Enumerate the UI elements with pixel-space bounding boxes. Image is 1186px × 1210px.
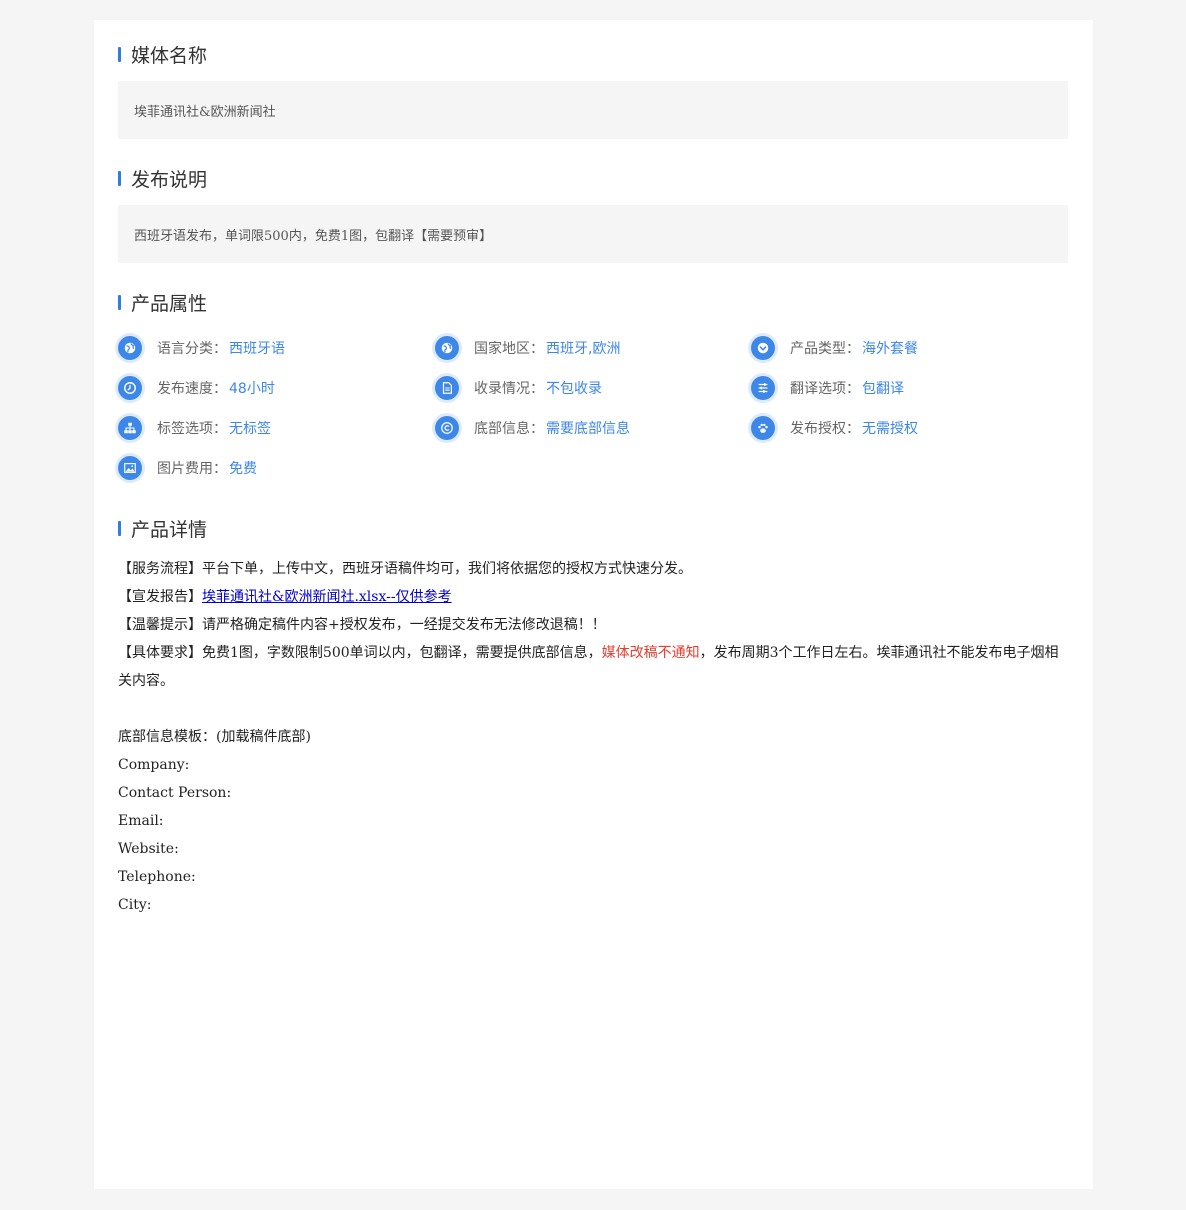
details-requirements: 【具体要求】免费1图，字数限制500单词以内，包翻译，需要提供底部信息，媒体改稿… <box>118 639 1068 695</box>
attr-product-type: 产品类型： 海外套餐 <box>751 335 918 361</box>
attr-speed-value: 48小时 <box>229 381 275 397</box>
attr-authorization-label: 发布授权： <box>790 421 860 437</box>
section-attributes: 产品属性 <box>118 288 207 316</box>
clock-icon <box>118 376 142 400</box>
attr-speed-label: 发布速度： <box>157 381 227 397</box>
attr-image-fee: 图片费用： 免费 <box>118 455 257 481</box>
globe-icon <box>118 336 142 360</box>
publish-note-value: 西班牙语发布，单词限500内，免费1图，包翻译【需要预审】 <box>134 228 493 244</box>
media-name-value: 埃菲通讯社&欧洲新闻社 <box>134 104 276 120</box>
title-accent-bar <box>118 46 121 62</box>
chevron-down-icon <box>751 336 775 360</box>
media-name-box: 埃菲通讯社&欧洲新闻社 <box>118 81 1068 139</box>
attr-footer-info-value: 需要底部信息 <box>546 421 630 437</box>
section-title-media-name: 媒体名称 <box>131 44 208 67</box>
footer-template-title: 底部信息模板：(加载稿件底部) <box>118 729 311 745</box>
attr-tags: 标签选项： 无标签 <box>118 415 271 441</box>
publish-note-box: 西班牙语发布，单词限500内，免费1图，包翻译【需要预审】 <box>118 205 1068 263</box>
attr-language-label: 语言分类： <box>157 341 227 357</box>
details-requirements-warning: 媒体改稿不通知 <box>601 645 700 661</box>
section-title-attributes: 产品属性 <box>131 292 208 315</box>
attr-footer-info: 底部信息： 需要底部信息 <box>435 415 630 441</box>
details-report-prefix: 【宣发报告】 <box>118 589 202 605</box>
attr-tags-label: 标签选项： <box>157 421 227 437</box>
section-publish-note: 发布说明 <box>118 164 207 192</box>
sliders-icon <box>751 376 775 400</box>
copyright-icon <box>435 416 459 440</box>
attr-speed: 发布速度： 48小时 <box>118 375 275 401</box>
attr-authorization: 发布授权： 无需授权 <box>751 415 918 441</box>
attr-indexing: 收录情况： 不包收录 <box>435 375 602 401</box>
attr-language: 语言分类： 西班牙语 <box>118 335 285 361</box>
section-details: 产品详情 <box>118 514 207 542</box>
attr-translation-value: 包翻译 <box>862 381 904 397</box>
attr-product-type-label: 产品类型： <box>790 341 860 357</box>
footer-field-city: City: <box>118 897 152 913</box>
section-title-details: 产品详情 <box>131 518 208 541</box>
footer-field-contact-person: Contact Person: <box>118 785 232 801</box>
attr-translation: 翻译选项： 包翻译 <box>751 375 904 401</box>
section-media-name: 媒体名称 <box>118 40 207 68</box>
section-title-publish-note: 发布说明 <box>131 168 208 191</box>
title-accent-bar <box>118 520 121 536</box>
footer-field-email: Email: <box>118 813 164 829</box>
details-content: 【服务流程】平台下单，上传中文，西班牙语稿件均可，我们将依据您的授权方式快速分发… <box>118 555 1068 919</box>
attr-footer-info-label: 底部信息： <box>474 421 544 437</box>
sitemap-icon <box>118 416 142 440</box>
product-detail-card: 媒体名称 埃菲通讯社&欧洲新闻社 发布说明 西班牙语发布，单词限500内，免费1… <box>94 20 1093 1189</box>
paw-icon <box>751 416 775 440</box>
footer-field-website: Website: <box>118 841 179 857</box>
report-file-link[interactable]: 埃菲通讯社&欧洲新闻社.xlsx--仅供参考 <box>202 589 452 605</box>
attr-language-value: 西班牙语 <box>229 341 285 357</box>
details-service-flow: 【服务流程】平台下单，上传中文，西班牙语稿件均可，我们将依据您的授权方式快速分发… <box>118 561 692 577</box>
attr-region-value: 西班牙,欧洲 <box>546 341 621 357</box>
image-icon <box>118 456 142 480</box>
attr-indexing-label: 收录情况： <box>474 381 544 397</box>
details-requirements-prefix: 【具体要求】免费1图，字数限制500单词以内，包翻译，需要提供底部信息， <box>118 645 602 661</box>
attr-region: 国家地区： 西班牙,欧洲 <box>435 335 620 361</box>
globe-icon <box>435 336 459 360</box>
attr-tags-value: 无标签 <box>229 421 271 437</box>
details-report: 【宣发报告】埃菲通讯社&欧洲新闻社.xlsx--仅供参考 <box>118 583 1068 611</box>
attr-indexing-value: 不包收录 <box>546 381 602 397</box>
attr-translation-label: 翻译选项： <box>790 381 860 397</box>
document-icon <box>435 376 459 400</box>
attr-product-type-value: 海外套餐 <box>862 341 918 357</box>
title-accent-bar <box>118 294 121 310</box>
footer-field-telephone: Telephone: <box>118 869 196 885</box>
attr-region-label: 国家地区： <box>474 341 544 357</box>
title-accent-bar <box>118 170 121 186</box>
attr-image-fee-value: 免费 <box>229 461 257 477</box>
attr-authorization-value: 无需授权 <box>862 421 918 437</box>
footer-field-company: Company: <box>118 757 190 773</box>
attr-image-fee-label: 图片费用： <box>157 461 227 477</box>
details-tip: 【温馨提示】请严格确定稿件内容+授权发布，一经提交发布无法修改退稿！！ <box>118 617 606 633</box>
